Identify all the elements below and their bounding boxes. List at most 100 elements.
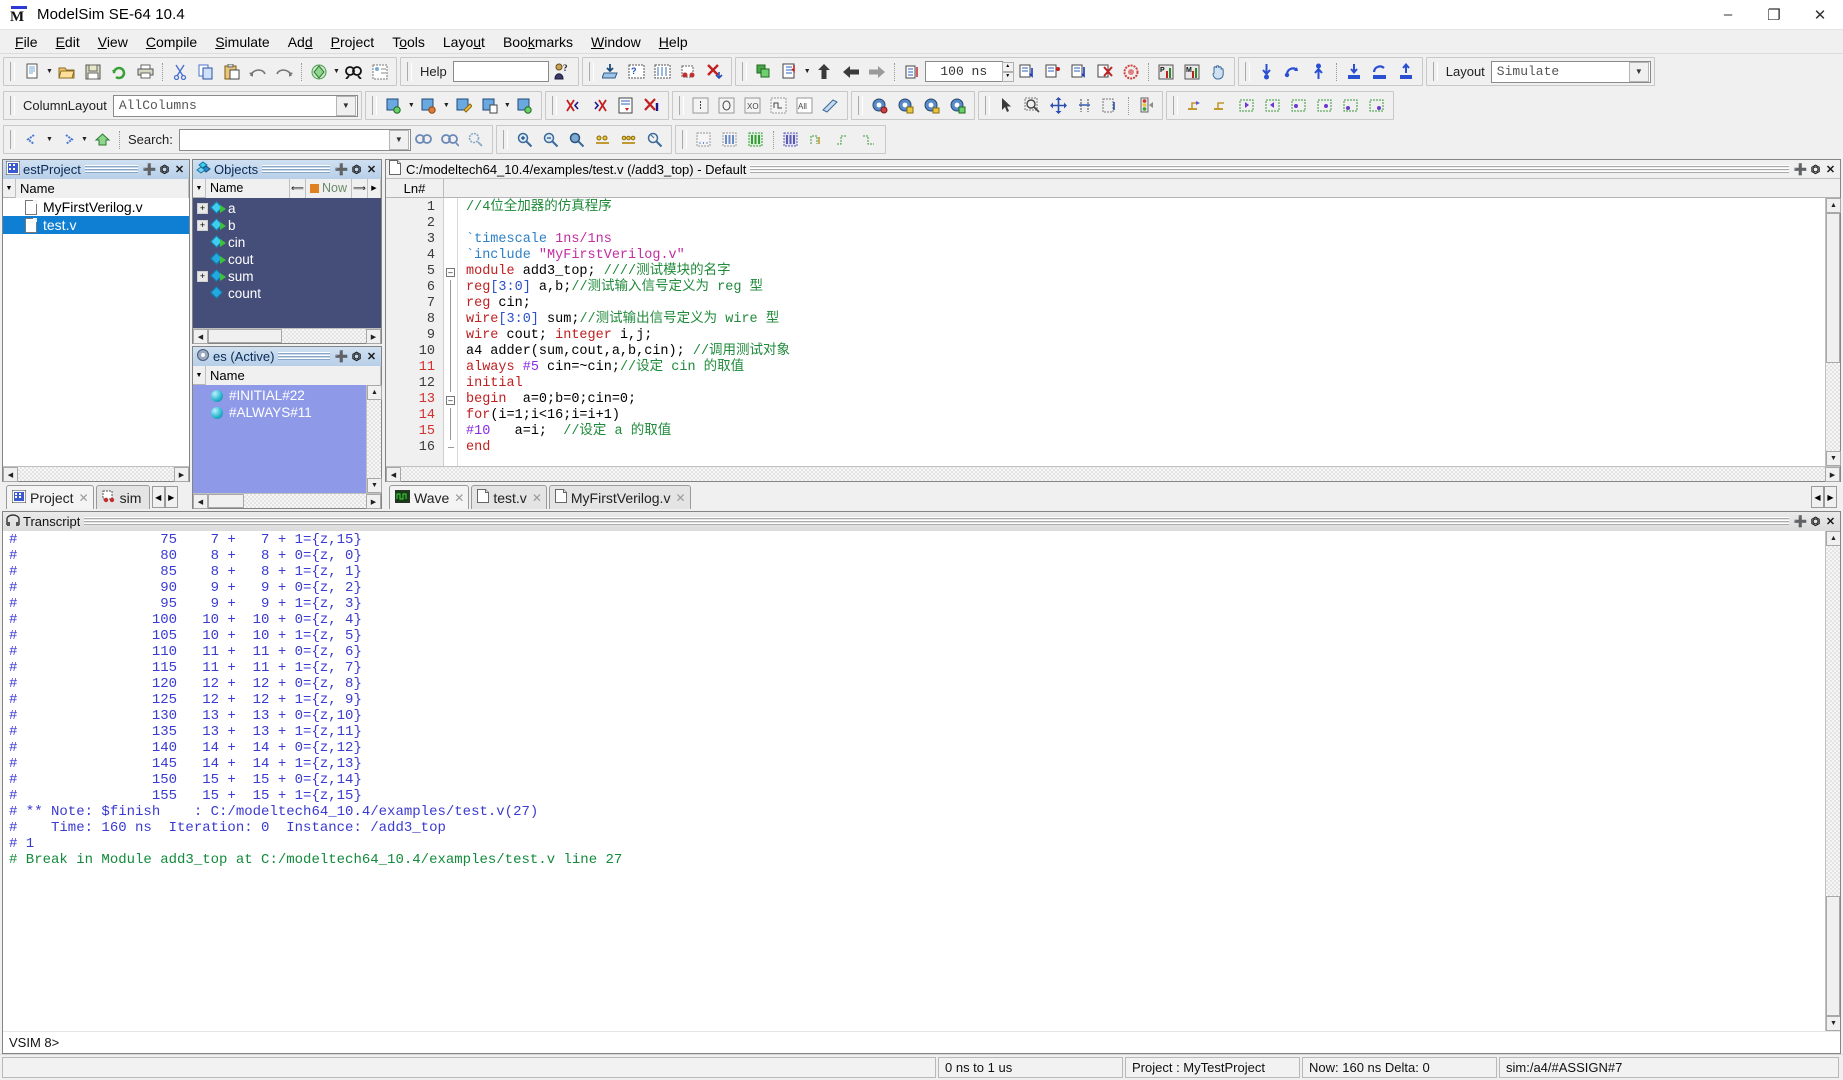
transcript-close-icon[interactable]: ✕: [1823, 514, 1838, 529]
step-back-icon[interactable]: [839, 60, 863, 84]
compile-selected-icon[interactable]: [599, 60, 623, 84]
memory-icon[interactable]: M: [1180, 60, 1204, 84]
processes-hscroll-left-icon[interactable]: ◀: [193, 494, 208, 509]
stop-icon[interactable]: [1119, 60, 1143, 84]
edit-mode-icon[interactable]: [1099, 94, 1123, 118]
list-item[interactable]: + a: [193, 200, 381, 217]
project-pane-undock-icon[interactable]: ⏣: [157, 162, 172, 177]
zoom-in-icon[interactable]: [513, 128, 537, 152]
project-pane-dock-icon[interactable]: ➕: [142, 162, 157, 177]
tab-project[interactable]: Project ✕: [6, 485, 94, 509]
profile-icon[interactable]: P: [1154, 60, 1178, 84]
compile-dropdown-icon[interactable]: ▼: [332, 60, 341, 84]
code-fold-column[interactable]: – –: [444, 198, 458, 466]
simulate-icon[interactable]: [677, 60, 701, 84]
processes-hscroll-thumb[interactable]: [208, 494, 244, 508]
cut-wave-icon[interactable]: [562, 94, 586, 118]
project-hscrollbar[interactable]: ◀ ▶: [3, 466, 189, 482]
tab-wave-close-icon[interactable]: ✕: [454, 491, 464, 505]
project-column-name[interactable]: Name: [16, 178, 189, 198]
fold-toggle-icon[interactable]: –: [446, 267, 455, 277]
transcript-undock-icon[interactable]: ⏣: [1808, 514, 1823, 529]
editor-grip[interactable]: [750, 164, 1789, 174]
zoom-mode-icon[interactable]: [1021, 94, 1045, 118]
nav-home-icon[interactable]: [90, 128, 114, 152]
cut-icon[interactable]: [168, 60, 192, 84]
menu-project[interactable]: Project: [322, 32, 384, 52]
print-icon[interactable]: [133, 60, 157, 84]
run-length-spinner[interactable]: ▲ ▼: [1001, 61, 1014, 82]
edit-wave-icon[interactable]: [614, 94, 638, 118]
help-context-icon[interactable]: ?: [550, 60, 574, 84]
objects-column-name[interactable]: Name: [206, 178, 290, 198]
project-pane-close-icon[interactable]: ✕: [172, 162, 187, 177]
add-bookmark-icon[interactable]: [382, 94, 406, 118]
insert-pulse-icon[interactable]: [767, 94, 791, 118]
project-file-list[interactable]: MyFirstVerilog.v test.v: [3, 198, 189, 466]
delete-bookmark-icon[interactable]: [417, 94, 441, 118]
objects-pane-grip[interactable]: [262, 165, 330, 174]
search-input[interactable]: [179, 130, 388, 149]
close-button[interactable]: ✕: [1797, 0, 1843, 30]
reload-icon[interactable]: [107, 60, 131, 84]
processes-column-name[interactable]: Name: [206, 365, 381, 385]
select-all-icon[interactable]: All: [793, 94, 817, 118]
objects-list[interactable]: + a + b cin cout + sum count: [193, 198, 381, 328]
dataflow-show-drivers-icon[interactable]: [1287, 94, 1311, 118]
transcript-prompt-line[interactable]: VSIM 8>: [3, 1031, 1840, 1053]
dataflow-expand-net-icon[interactable]: [1183, 94, 1207, 118]
dataflow-back-icon[interactable]: [1235, 94, 1259, 118]
editor-vscroll-thumb[interactable]: [1826, 213, 1840, 363]
list-item[interactable]: test.v: [3, 216, 189, 234]
project-tab-prev-icon[interactable]: ◀: [151, 486, 165, 508]
new-file-icon[interactable]: [20, 60, 44, 84]
hand-pan-icon[interactable]: [1206, 60, 1230, 84]
find-falling-edge-icon[interactable]: [1342, 60, 1366, 84]
run-all-icon[interactable]: [1067, 60, 1091, 84]
editor-pane-dock-icon[interactable]: ➕: [1793, 162, 1808, 177]
tab-wave[interactable]: Wave ✕: [389, 485, 470, 509]
dataflow-show-wave-icon[interactable]: [1339, 94, 1363, 118]
delete-bookmark-dropdown-icon[interactable]: ▼: [442, 94, 451, 118]
list-item[interactable]: MyFirstVerilog.v: [3, 198, 189, 216]
save-icon[interactable]: [81, 60, 105, 84]
compile-all-icon[interactable]: ?: [625, 60, 649, 84]
editor-vscroll-up-icon[interactable]: ▲: [1826, 198, 1841, 213]
zoom-out-icon[interactable]: [539, 128, 563, 152]
processes-vscrollbar[interactable]: ▲ ▼: [366, 385, 382, 493]
wave-step-left-icon[interactable]: [805, 128, 829, 152]
break-icon[interactable]: [1093, 60, 1117, 84]
menu-compile[interactable]: Compile: [137, 32, 206, 52]
run-button-icon[interactable]: [1015, 60, 1039, 84]
objects-column-now[interactable]: Now: [305, 178, 352, 198]
expand-icon[interactable]: +: [197, 271, 208, 282]
run-length-icon[interactable]: [900, 60, 924, 84]
measure-mode-icon[interactable]: [1073, 94, 1097, 118]
menu-bookmarks[interactable]: Bookmarks: [494, 32, 582, 52]
search-combobox[interactable]: ▼: [178, 128, 411, 151]
menu-add[interactable]: Add: [279, 32, 322, 52]
objects-col-more-icon[interactable]: ▶: [368, 178, 381, 198]
editor-pane-close-icon[interactable]: ✕: [1823, 162, 1838, 177]
copy-bookmark-icon[interactable]: [478, 94, 502, 118]
editor-vscroll-down-icon[interactable]: ▼: [1826, 451, 1841, 466]
traffic-light-icon[interactable]: [1134, 94, 1158, 118]
find-previous-transition-icon[interactable]: [1281, 60, 1305, 84]
wave-grid1-icon[interactable]: [692, 128, 716, 152]
gear-yellow-icon[interactable]: [894, 94, 918, 118]
search-options-icon[interactable]: [464, 128, 488, 152]
open-folder-icon[interactable]: [55, 60, 79, 84]
dataflow-forward-icon[interactable]: [1261, 94, 1285, 118]
project-tab-next-icon[interactable]: ▶: [164, 486, 178, 508]
processes-hscroll-right-icon[interactable]: ▶: [366, 494, 381, 509]
editor-vscrollbar[interactable]: ▲ ▼: [1825, 198, 1841, 466]
objects-pane-dock-icon[interactable]: ➕: [334, 162, 349, 177]
objects-col-resize-right-icon[interactable]: ⟹: [352, 178, 368, 198]
run-icon[interactable]: [778, 60, 802, 84]
nav-back-dropdown-icon[interactable]: ▼: [45, 128, 54, 152]
menu-help[interactable]: Help: [650, 32, 697, 52]
find-icon[interactable]: [342, 60, 366, 84]
expand-icon[interactable]: +: [197, 203, 208, 214]
copy-icon[interactable]: [194, 60, 218, 84]
undo-icon[interactable]: [246, 60, 270, 84]
